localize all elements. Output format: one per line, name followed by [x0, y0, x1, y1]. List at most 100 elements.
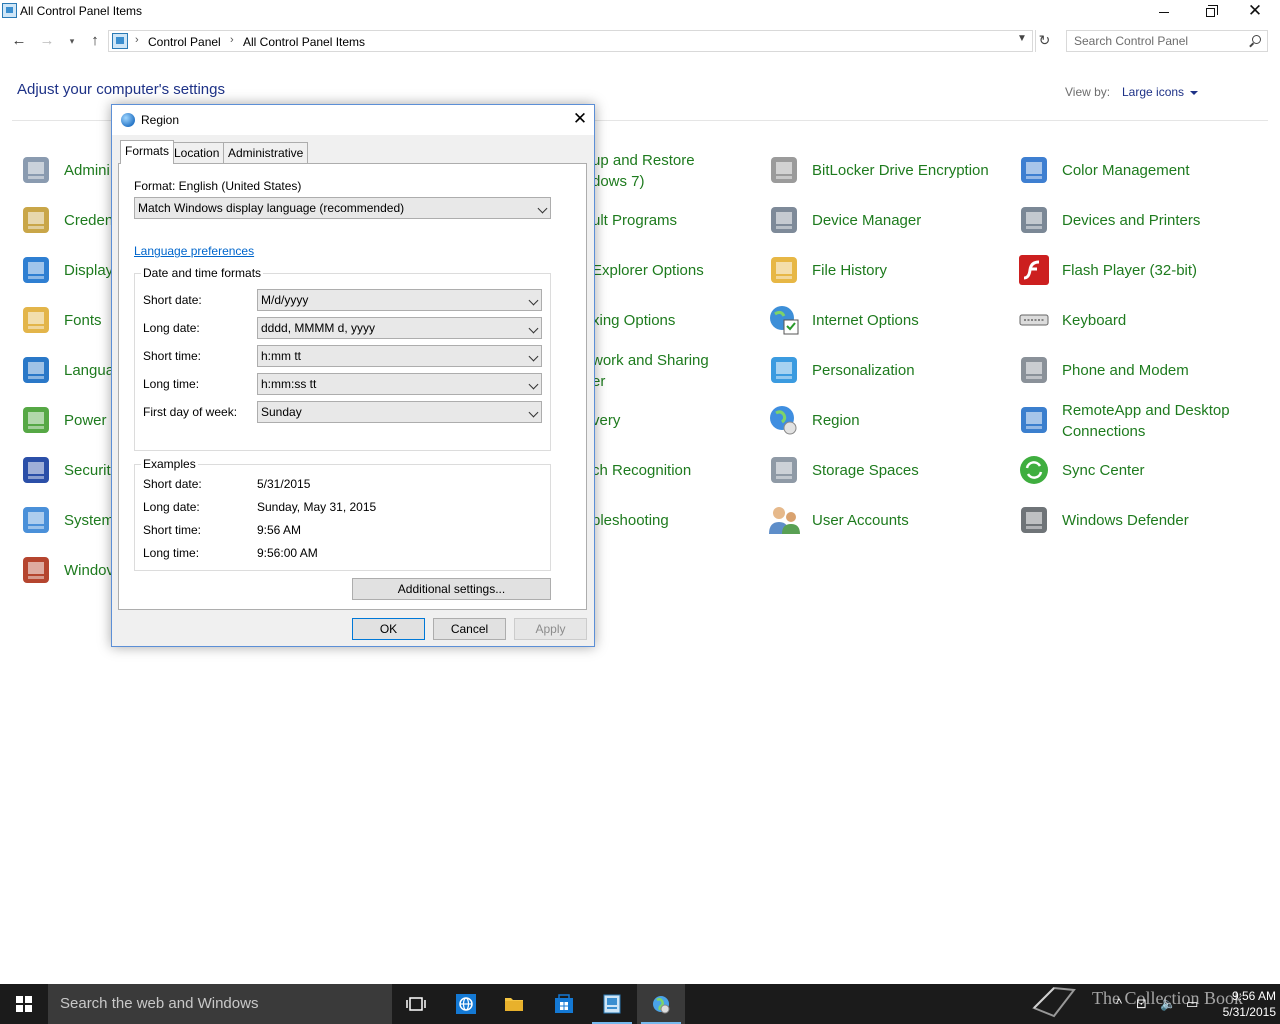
item-label: Phone and Modem [1062, 362, 1189, 379]
control-panel-icon [112, 33, 128, 49]
windows-logo-icon [16, 996, 32, 1012]
window-titlebar: All Control Panel Items ✕ [0, 0, 1280, 24]
item-label: Personalization [812, 362, 915, 379]
group-title: Date and time formats [141, 266, 264, 280]
region-dialog: Region ✕ Formats Location Administrative… [111, 104, 595, 647]
additional-settings-button[interactable]: Additional settings... [352, 578, 551, 600]
taskbar: ^ ⊡ 🔈 ▭ 9:56 AM 5/31/2015 [0, 984, 1280, 1024]
start-button[interactable] [0, 984, 48, 1024]
internet-options-icon [768, 304, 800, 336]
chevron-down-icon [528, 407, 539, 418]
page-title: Adjust your computer's settings [17, 81, 225, 98]
watermark-text: The Collection Book [1092, 988, 1243, 1008]
chevron-down-icon [528, 295, 539, 306]
field-label: Short date: [143, 293, 202, 307]
field-label: Long date: [143, 321, 200, 335]
file-history-icon [768, 254, 800, 286]
tab-location[interactable]: Location [169, 142, 225, 164]
breadcrumb-all-items[interactable]: All Control Panel Items [243, 35, 365, 49]
storage-spaces-icon [768, 454, 800, 486]
store-icon [555, 994, 573, 1013]
item-label: Device Manager [812, 212, 922, 229]
view-by-dropdown[interactable]: Large icons [1122, 85, 1198, 99]
system-icon [20, 504, 52, 536]
globe-icon [121, 113, 135, 127]
field-select[interactable]: M/d/yyyy [257, 289, 542, 311]
credential-manager-icon [20, 204, 52, 236]
item-label: xing Options [592, 312, 676, 329]
chevron-down-icon [528, 323, 539, 334]
field-select[interactable]: dddd, MMMM d, yyyy [257, 317, 542, 339]
search-input[interactable] [1074, 34, 1244, 48]
taskbar-search-input[interactable] [60, 995, 380, 1012]
taskbar-file-explorer-button[interactable] [490, 984, 538, 1024]
item-label: Color Management [1062, 162, 1190, 179]
field-select[interactable]: h:mm tt [257, 345, 542, 367]
fonts-icon [20, 304, 52, 336]
taskbar-region-button[interactable] [637, 984, 685, 1024]
example-value: 9:56 AM [257, 523, 302, 537]
security-maintenance-icon [20, 454, 52, 486]
item-label: System [64, 512, 115, 529]
dialog-close-button[interactable]: ✕ [568, 107, 592, 131]
ok-button[interactable]: OK [352, 618, 425, 640]
devices-printers-icon [1018, 204, 1050, 236]
chevron-right-icon: › [135, 34, 139, 46]
field-select[interactable]: Sunday [257, 401, 542, 423]
language-icon [20, 354, 52, 386]
restore-button[interactable] [1187, 0, 1233, 24]
format-select[interactable]: Match Windows display language (recommen… [134, 197, 551, 219]
item-label: Explorer Options [592, 262, 704, 279]
item-label: Creden [64, 212, 114, 229]
region-icon [768, 404, 800, 436]
power-options-icon [20, 404, 52, 436]
item-label: Display [64, 262, 114, 279]
restore-icon [1205, 4, 1218, 17]
tab-formats[interactable]: Formats [120, 140, 175, 164]
up-button[interactable]: ↑ [85, 30, 105, 52]
breadcrumb-control-panel[interactable]: Control Panel [148, 35, 221, 49]
task-view-button[interactable] [392, 984, 440, 1024]
taskbar-edge-button[interactable] [442, 984, 490, 1024]
search-control-panel-box[interactable] [1066, 30, 1268, 52]
minimize-button[interactable] [1141, 0, 1187, 24]
chevron-down-icon [528, 379, 539, 390]
windows-firewall-icon [20, 554, 52, 586]
recent-locations-button[interactable]: ▾ [62, 30, 82, 52]
refresh-button[interactable]: ↻ [1035, 30, 1053, 52]
item-label: Securit [64, 462, 111, 479]
cancel-button[interactable]: Cancel [433, 618, 506, 640]
format-select-value: Match Windows display language (recommen… [138, 201, 405, 215]
close-button[interactable]: ✕ [1232, 0, 1278, 24]
taskbar-store-button[interactable] [540, 984, 588, 1024]
address-bar[interactable]: › Control Panel › All Control Panel Item… [108, 30, 1033, 52]
field-value: Sunday [261, 405, 302, 419]
taskbar-search-box[interactable] [48, 984, 392, 1024]
field-value: h:mm:ss tt [261, 377, 317, 391]
item-label: Flash Player (32-bit) [1062, 262, 1198, 279]
field-label: Short time: [143, 349, 202, 363]
forward-button[interactable]: → [37, 30, 57, 52]
chevron-right-icon: › [230, 34, 234, 46]
address-dropdown-icon[interactable]: ▼ [1017, 33, 1027, 44]
task-view-icon [406, 997, 426, 1011]
group-title: Examples [141, 457, 198, 471]
sync-center-icon [1018, 454, 1050, 486]
control-panel-icon [2, 3, 17, 18]
language-preferences-link[interactable]: Language preferences [134, 244, 254, 258]
back-button[interactable]: ← [9, 30, 29, 52]
tab-administrative[interactable]: Administrative [223, 142, 309, 164]
edge-icon [456, 994, 476, 1014]
item-label: File History [812, 262, 888, 279]
windows-defender-icon [1018, 504, 1050, 536]
item-label: up and Restore dows 7) [592, 152, 695, 190]
dialog-titlebar: Region ✕ [112, 105, 594, 135]
example-label: Long date: [143, 500, 200, 514]
administrative-tools-icon [20, 154, 52, 186]
example-value: Sunday, May 31, 2015 [257, 500, 377, 514]
taskbar-control-panel-button[interactable] [588, 984, 636, 1024]
apply-button[interactable]: Apply [514, 618, 587, 640]
field-select[interactable]: h:mm:ss tt [257, 373, 542, 395]
personalization-icon [768, 354, 800, 386]
remoteapp-icon [1018, 404, 1050, 436]
